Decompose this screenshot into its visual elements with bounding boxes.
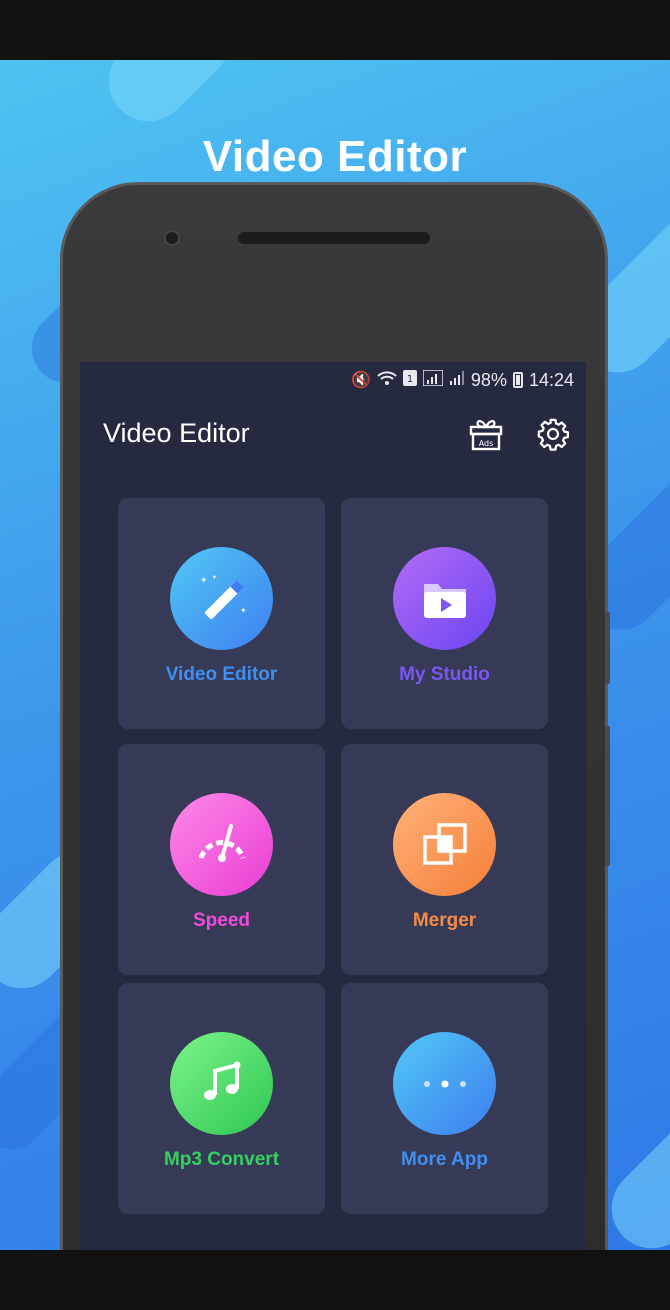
app-screen: 🔇 1 98% 14:24 Video Editor Ads ✦ ✦ ✦ Vid…: [80, 362, 586, 1250]
ads-badge: Ads: [479, 439, 494, 448]
signal-icon: [422, 368, 444, 391]
folder-play-icon: [393, 547, 496, 650]
battery-percent: 98%: [470, 369, 507, 390]
battery-icon: [512, 372, 523, 388]
tile-merger[interactable]: Merger: [341, 744, 548, 975]
tile-label: Merger: [412, 910, 477, 931]
tile-label: Mp3 Convert: [163, 1149, 280, 1170]
tile-label: Speed: [192, 910, 251, 931]
front-camera: [164, 230, 180, 246]
tile-speed[interactable]: Speed: [118, 744, 325, 975]
speedometer-icon: [170, 793, 273, 896]
svg-text:1: 1: [407, 374, 413, 385]
gear-icon: [537, 418, 570, 451]
volume-button: [605, 612, 610, 684]
tile-mp3-convert[interactable]: Mp3 Convert: [118, 983, 325, 1214]
clock: 14:24: [528, 369, 574, 390]
music-note-icon: [170, 1032, 273, 1135]
settings-button[interactable]: [533, 414, 573, 454]
decor-stripe: [92, 60, 248, 138]
promo-title: Video Editor: [202, 132, 468, 181]
tile-video-editor[interactable]: ✦ ✦ ✦ Video Editor: [118, 498, 325, 729]
sim-icon: 1: [402, 369, 417, 391]
svg-text:✦: ✦: [200, 576, 208, 586]
merge-squares-icon: [393, 793, 496, 896]
wifi-icon: [377, 370, 397, 391]
tile-label: Video Editor: [165, 664, 278, 685]
gift-ads-button[interactable]: Ads: [466, 414, 506, 454]
tile-label: My Studio: [399, 664, 490, 685]
magic-wand-icon: ✦ ✦ ✦: [170, 547, 273, 650]
gift-icon: Ads: [469, 420, 503, 451]
earpiece-speaker: [238, 232, 430, 244]
signal-icon-2: [449, 370, 465, 391]
status-bar: 🔇 1 98% 14:24: [351, 368, 574, 392]
svg-text:✦: ✦: [212, 574, 217, 581]
svg-text:✦: ✦: [240, 606, 247, 615]
tile-more-app[interactable]: More App: [341, 983, 548, 1214]
power-button: [605, 726, 610, 866]
top-black-bar: [0, 0, 670, 60]
tile-label: More App: [401, 1149, 488, 1170]
tile-my-studio[interactable]: My Studio: [341, 498, 548, 729]
mute-icon: 🔇: [351, 372, 371, 389]
bottom-black-bar: [0, 1250, 670, 1310]
more-dots-icon: [393, 1032, 496, 1135]
app-title: Video Editor: [103, 418, 250, 448]
